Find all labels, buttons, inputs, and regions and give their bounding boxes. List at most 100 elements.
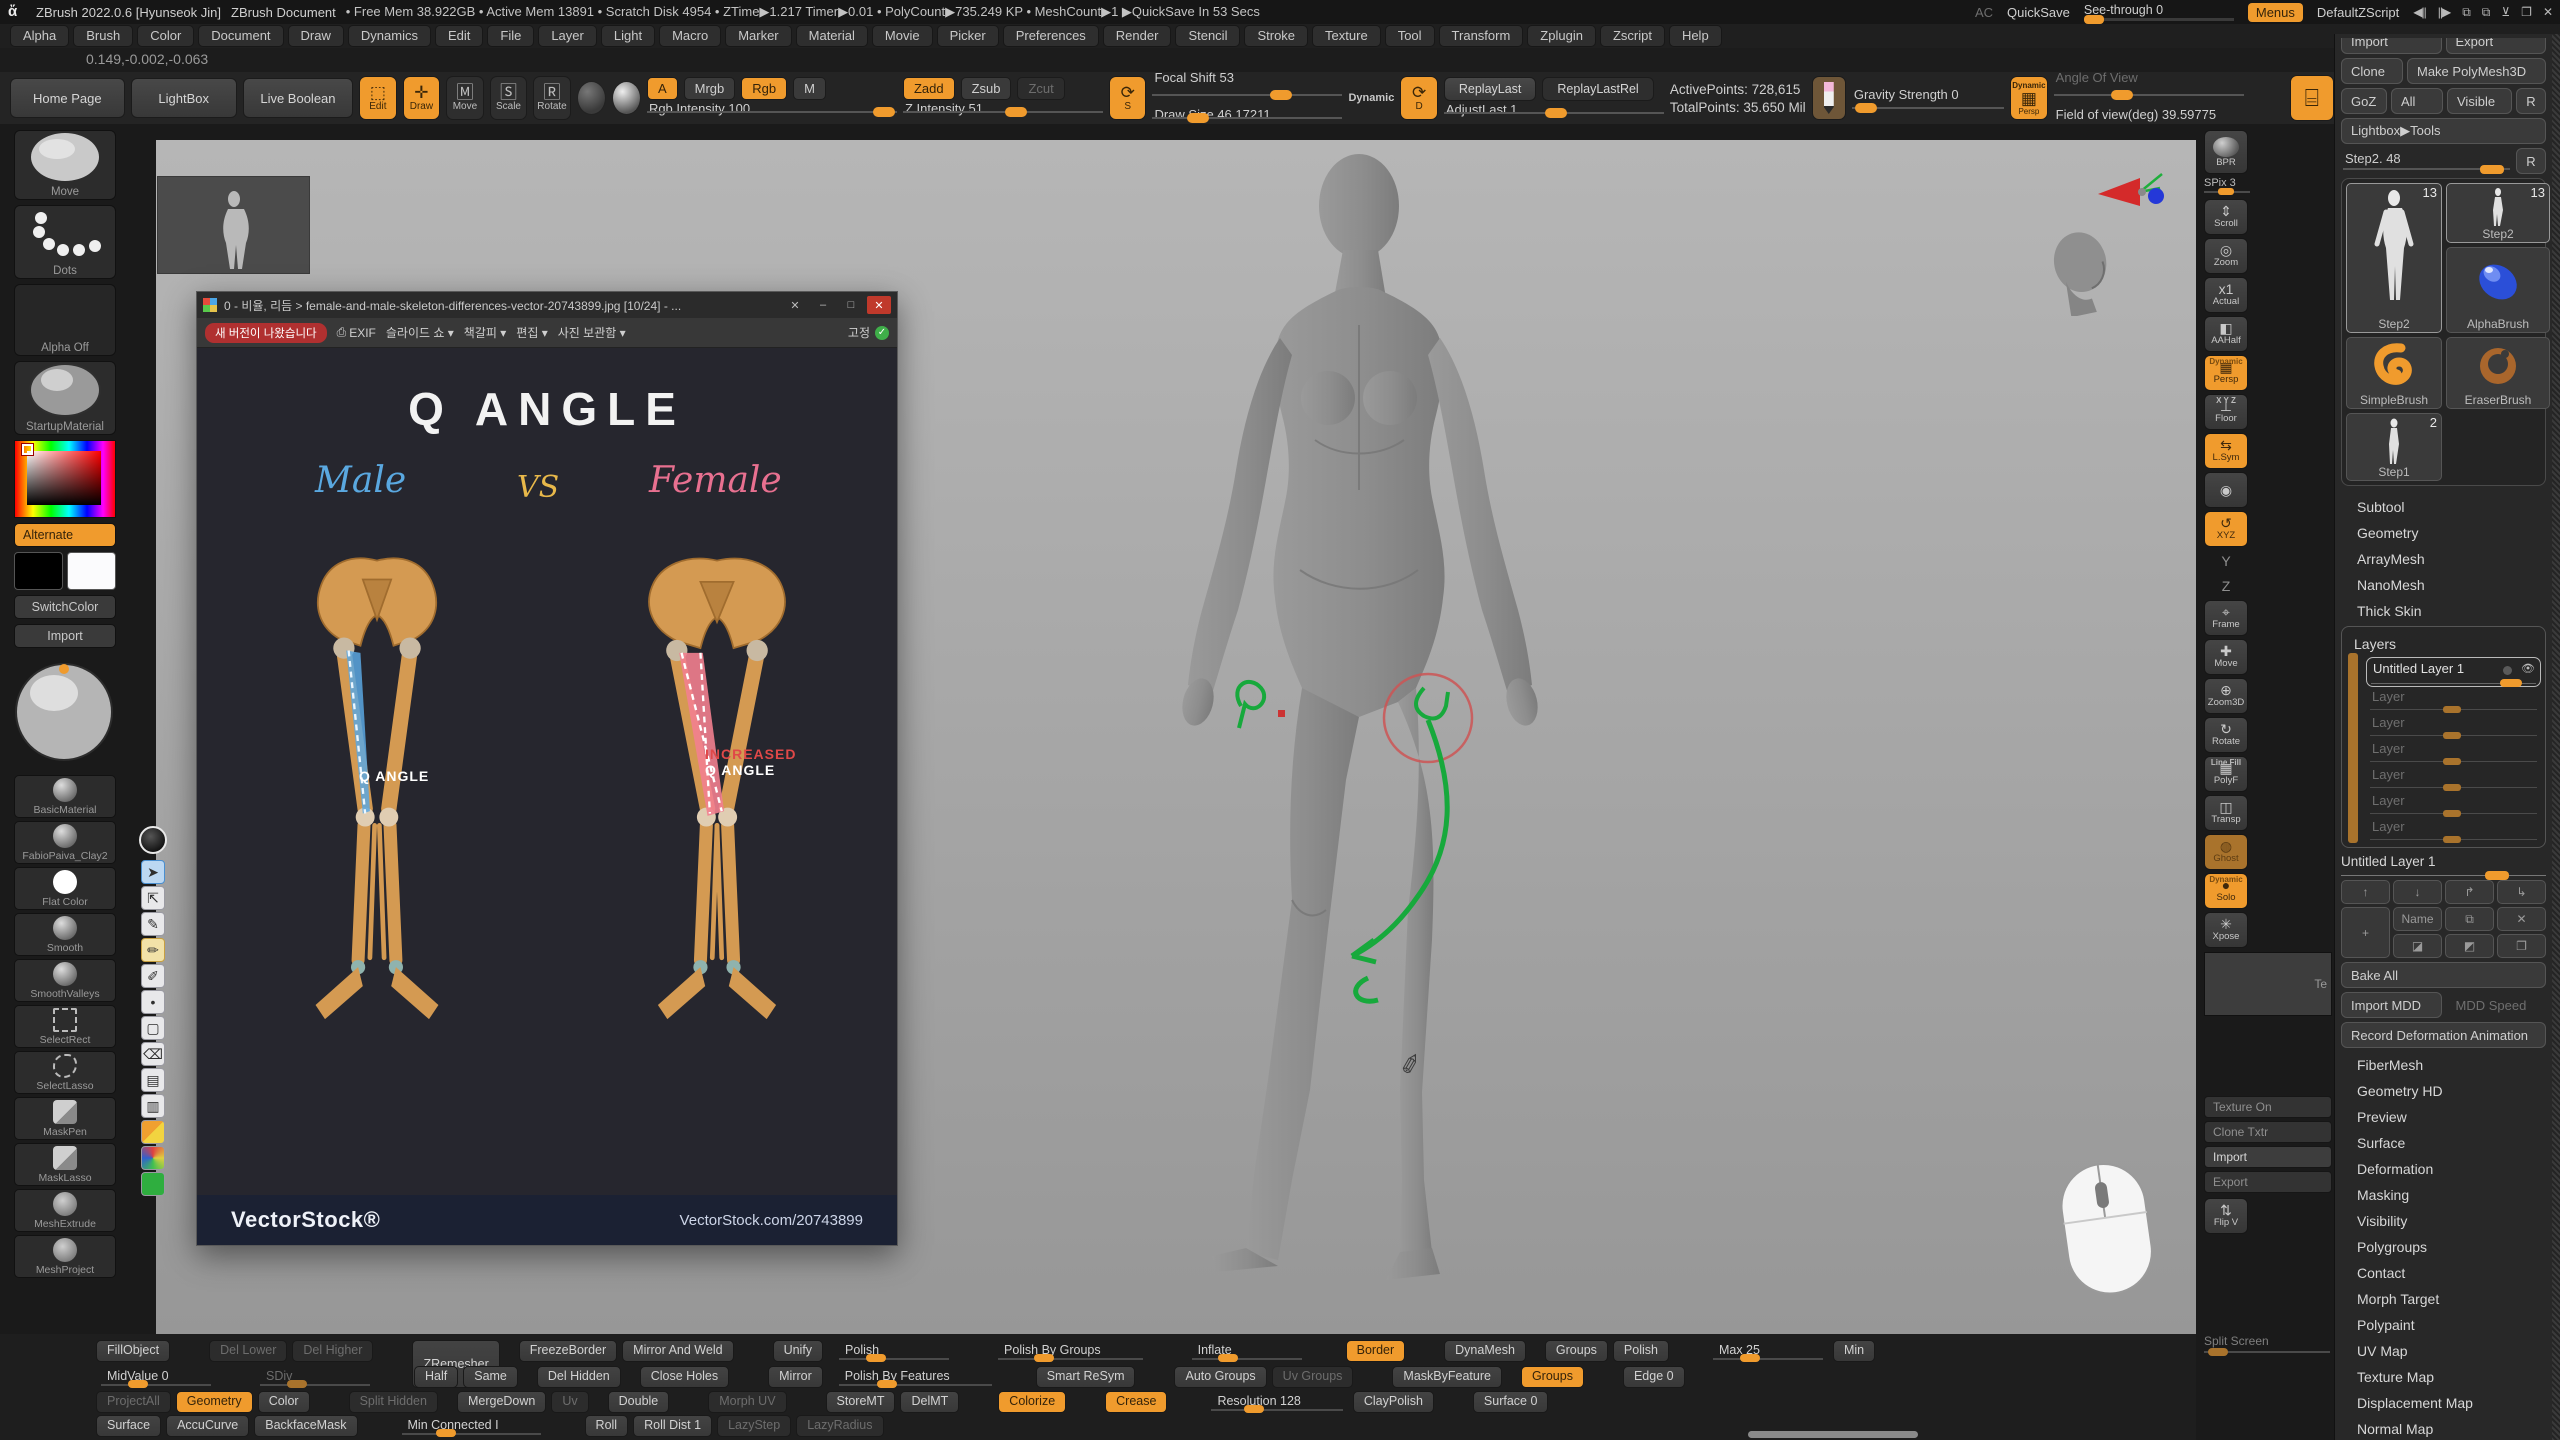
menu-item[interactable]: Alpha — [10, 25, 69, 47]
annotation-green-swatch[interactable] — [141, 1172, 165, 1196]
material-thumbnail-startup[interactable]: StartupMaterial — [14, 361, 116, 435]
panel-scrollbar[interactable] — [2552, 34, 2560, 1440]
panel-section-header[interactable]: Masking — [2341, 1182, 2546, 1208]
shelf-material-item[interactable]: Flat Color — [14, 867, 116, 910]
layer-redo-button[interactable]: ↱ — [2445, 880, 2494, 904]
annotation-note-button[interactable]: ▥ — [141, 1094, 165, 1118]
tool-import-button[interactable]: Import — [2341, 38, 2442, 54]
shelf-view-button[interactable]: Dynamic ● Solo — [2204, 873, 2248, 909]
annotation-board-button[interactable]: ▤ — [141, 1068, 165, 1092]
menu-item[interactable]: Draw — [288, 25, 344, 47]
menu-item[interactable]: Preferences — [1003, 25, 1099, 47]
bottom-bar-button[interactable]: BackfaceMask — [254, 1415, 357, 1437]
panel-section-header[interactable]: Subtool — [2341, 494, 2546, 520]
mrgb-button[interactable]: Mrgb — [684, 77, 736, 100]
bottom-bar-button[interactable]: MergeDown — [457, 1391, 546, 1413]
rotate-button[interactable]: 🅁Rotate — [533, 76, 571, 120]
bottom-bar-button[interactable]: Close Holes — [640, 1366, 729, 1388]
spix-slider[interactable]: SPix 3 — [2204, 177, 2250, 193]
layers-scrollbar[interactable] — [2348, 653, 2358, 843]
field-of-view-slider[interactable]: Field of view(deg) 39.59775 — [2054, 109, 2284, 125]
bottom-bar-button[interactable]: Roll Dist 1 — [633, 1415, 712, 1437]
shelf-view-button[interactable]: ⇕ Scroll — [2204, 199, 2248, 235]
shelf-view-button[interactable]: ↺ XYZ — [2204, 511, 2248, 547]
windows-cascade-icon[interactable]: ⧉ — [2462, 5, 2470, 20]
polypaint-sphere-icon[interactable] — [577, 81, 606, 115]
shelf-view-button[interactable]: ↻ Rotate — [2204, 717, 2248, 753]
shelf-view-button[interactable]: ✚ Move — [2204, 639, 2248, 675]
bottom-bar-button[interactable]: Unify — [773, 1340, 823, 1362]
bottom-bar-button[interactable]: Max 25 — [1708, 1340, 1828, 1362]
panel-section-header[interactable]: Contact — [2341, 1260, 2546, 1286]
step2-slider[interactable]: Step2. 48 — [2341, 148, 2512, 174]
viewer-menu-slideshow[interactable]: 슬라이드 쇼 ▾ — [386, 324, 454, 341]
zsub-button[interactable]: Zsub — [961, 77, 1012, 100]
bottom-bar-button[interactable]: Groups — [1521, 1366, 1584, 1388]
bottom-bar-button[interactable]: Uv Groups — [1272, 1366, 1354, 1388]
layer-row[interactable]: Layer — [2366, 739, 2541, 765]
bottom-bar-button[interactable]: MaskByFeature — [1392, 1366, 1502, 1388]
dynamic-badge[interactable]: Dynamic — [1348, 92, 1394, 104]
movie-camera-icon[interactable]: ⌸ — [2290, 75, 2334, 121]
replay-last-rel-button[interactable]: ReplayLastRel — [1542, 77, 1653, 101]
bottom-bar-button[interactable]: Colorize — [998, 1391, 1066, 1413]
shelf-view-button[interactable]: x1 Actual — [2204, 277, 2248, 313]
tray-right-icon[interactable]: ||▶ — [2438, 5, 2450, 20]
zadd-button[interactable]: Zadd — [903, 77, 955, 100]
goz-r-button[interactable]: R — [2516, 88, 2546, 114]
replay-last-button[interactable]: ReplayLast — [1444, 77, 1537, 101]
restore-icon[interactable]: ❐ — [2521, 5, 2531, 20]
panel-section-header[interactable]: UV Map — [2341, 1338, 2546, 1364]
bottom-bar-button[interactable]: DynaMesh — [1444, 1340, 1526, 1362]
bottom-bar-button[interactable]: StoreMT — [826, 1391, 896, 1413]
annotation-select-button[interactable]: ⇱ — [141, 886, 165, 910]
layer-duplicate-button[interactable]: ⧉ — [2445, 907, 2494, 931]
layer-split-button[interactable]: ◩ — [2445, 934, 2494, 958]
tray-left-icon[interactable]: ◀|| — [2413, 5, 2425, 20]
panel-section-header[interactable]: Polygroups — [2341, 1234, 2546, 1260]
annotation-eye-button[interactable] — [139, 826, 167, 854]
bottom-bar-button[interactable]: Mirror And Weld — [622, 1340, 733, 1362]
shelf-view-button[interactable]: ◎ Zoom — [2204, 238, 2248, 274]
panel-section-header[interactable]: FiberMesh — [2341, 1052, 2546, 1078]
flip-v-button[interactable]: ⇅Flip V — [2204, 1198, 2248, 1234]
menu-item[interactable]: Light — [601, 25, 655, 47]
rgb-intensity-slider[interactable]: Rgb Intensity 100 — [647, 103, 897, 119]
bottom-bar-button[interactable]: Geometry — [176, 1391, 253, 1413]
layer-row[interactable]: Layer — [2366, 817, 2541, 843]
layers-header[interactable]: Layers — [2344, 631, 2541, 657]
bottom-bar-button[interactable]: Inflate — [1187, 1340, 1307, 1362]
annotation-pencil-button[interactable]: ✏ — [141, 938, 165, 962]
bottom-bar-button[interactable]: Same — [463, 1366, 518, 1388]
annotation-palette-swatch[interactable] — [141, 1146, 165, 1170]
viewer-title-bar[interactable]: 0 - 비율, 리듬 > female-and-male-skeleton-di… — [197, 292, 897, 318]
menu-item[interactable]: Render — [1103, 25, 1172, 47]
shelf-material-item[interactable]: SmoothValleys — [14, 959, 116, 1002]
layer-copy-button[interactable]: ❐ — [2497, 934, 2546, 958]
shelf-material-item[interactable]: FabioPaiva_Clay2 — [14, 821, 116, 864]
bottom-bar-button[interactable]: Smart ReSym — [1036, 1366, 1136, 1388]
viewer-exif-button[interactable]: ⎙EXIF — [337, 325, 376, 340]
bottom-bar-button[interactable]: Half — [414, 1366, 458, 1388]
active-layer-row[interactable]: Untitled Layer 1 👁 — [2366, 657, 2541, 687]
bottom-bar-button[interactable]: DelMT — [900, 1391, 959, 1413]
panel-section-header[interactable]: Texture Map — [2341, 1364, 2546, 1390]
annotation-orange-swatch[interactable] — [141, 1120, 165, 1144]
panel-section-header[interactable]: Deformation — [2341, 1156, 2546, 1182]
viewer-pin-button[interactable]: 고정 ✓ — [848, 324, 889, 341]
menus-button[interactable]: Menus — [2248, 3, 2303, 22]
annotation-marker-button[interactable]: ✐ — [141, 964, 165, 988]
viewer-close-icon[interactable]: ✕ — [867, 296, 891, 314]
layer-undo-button[interactable]: ↳ — [2497, 880, 2546, 904]
menu-item[interactable]: Picker — [937, 25, 999, 47]
bottom-bar-button[interactable]: Uv — [551, 1391, 588, 1413]
bottom-bar-button[interactable]: Min — [1833, 1340, 1875, 1362]
menu-item[interactable]: Brush — [73, 25, 133, 47]
angle-of-view-slider[interactable]: Angle Of View — [2054, 72, 2244, 106]
lightbox-button[interactable]: LightBox — [131, 78, 237, 118]
rgb-button[interactable]: Rgb — [741, 77, 787, 100]
menu-item[interactable]: Tool — [1385, 25, 1435, 47]
split-screen-slider[interactable]: Split Screen — [2204, 1334, 2330, 1353]
menu-item[interactable]: Edit — [435, 25, 483, 47]
bottom-bar-button[interactable]: ClayPolish — [1353, 1391, 1434, 1413]
